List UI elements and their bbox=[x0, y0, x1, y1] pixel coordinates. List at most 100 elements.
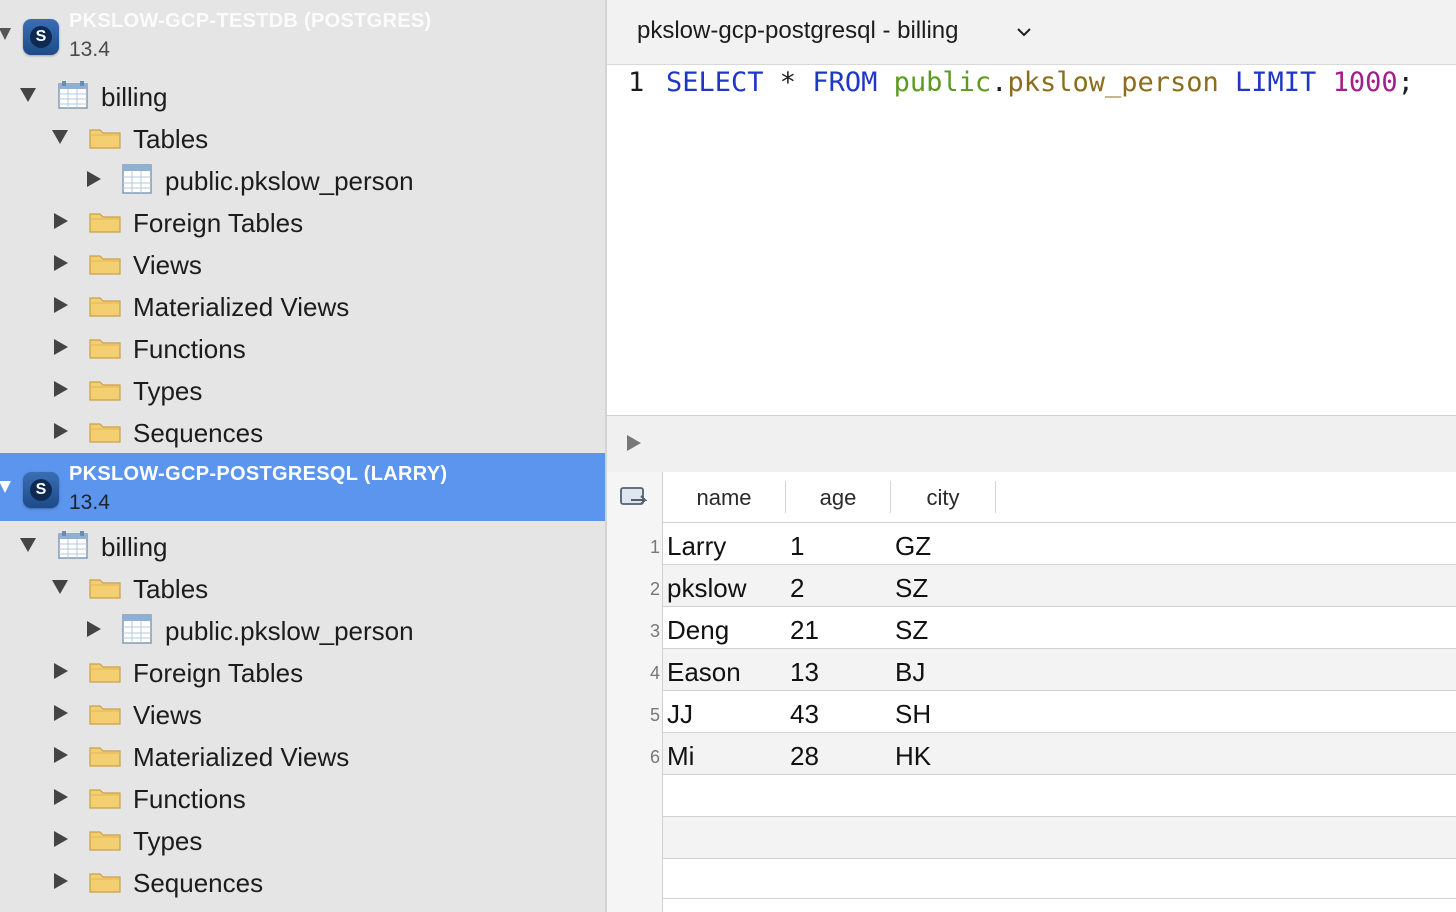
folder-label: Sequences bbox=[133, 868, 264, 898]
folder-item-sequences[interactable]: Sequences bbox=[0, 860, 605, 902]
folder-item-tables[interactable]: Tables bbox=[0, 116, 605, 158]
database-label: billing bbox=[101, 532, 168, 562]
sql-code-line[interactable]: SELECT * FROM public.pkslow_person LIMIT… bbox=[666, 67, 1414, 98]
disclosure-closed-icon[interactable] bbox=[54, 873, 68, 889]
sql-editor[interactable]: 1 SELECT * FROM public.pkslow_person LIM… bbox=[607, 65, 1456, 415]
table-row[interactable]: Larry 1 GZ bbox=[663, 523, 1456, 565]
table-item-pkslow-person[interactable]: public.pkslow_person bbox=[0, 608, 605, 650]
disclosure-closed-icon[interactable] bbox=[54, 423, 68, 439]
connection-item-larry[interactable]: S PKSLOW-GCP-POSTGRESQL (LARRY) 13.4 bbox=[0, 453, 605, 521]
folder-item-types[interactable]: Types bbox=[0, 368, 605, 410]
folder-item-functions[interactable]: Functions bbox=[0, 776, 605, 818]
cell-name[interactable]: JJ bbox=[667, 699, 693, 730]
disclosure-closed-icon[interactable] bbox=[54, 381, 68, 397]
cell-city[interactable]: HK bbox=[895, 741, 931, 772]
cell-age[interactable]: 13 bbox=[790, 657, 819, 688]
cell-name[interactable]: Mi bbox=[667, 741, 694, 772]
cell-name[interactable]: Larry bbox=[667, 531, 726, 562]
refresh-icon[interactable] bbox=[619, 485, 651, 511]
folder-icon bbox=[89, 297, 121, 317]
folder-item-foreign-tables[interactable]: Foreign Tables bbox=[0, 200, 605, 242]
query-tab-title[interactable]: pkslow-gcp-postgresql - billing bbox=[637, 17, 958, 45]
disclosure-open-icon[interactable] bbox=[0, 481, 11, 493]
disclosure-open-icon[interactable] bbox=[0, 28, 11, 40]
folder-item-materialized-views[interactable]: Materialized Views bbox=[0, 284, 605, 326]
folder-item-materialized-views[interactable]: Materialized Views bbox=[0, 734, 605, 776]
column-header-city[interactable]: city bbox=[891, 485, 995, 511]
folder-icon bbox=[89, 747, 121, 767]
line-number: 1 bbox=[628, 67, 645, 98]
folder-item-types[interactable]: Types bbox=[0, 818, 605, 860]
column-header-age[interactable]: age bbox=[786, 485, 890, 511]
column-separator[interactable] bbox=[995, 481, 996, 513]
folder-item-sequences[interactable]: Sequences bbox=[0, 410, 605, 452]
table-row[interactable]: pkslow 2 SZ bbox=[663, 565, 1456, 607]
folder-icon bbox=[89, 873, 121, 893]
table-icon bbox=[122, 614, 152, 644]
disclosure-closed-icon[interactable] bbox=[54, 255, 68, 271]
folder-icon bbox=[89, 663, 121, 683]
play-icon[interactable] bbox=[627, 435, 641, 451]
disclosure-closed-icon[interactable] bbox=[87, 171, 101, 187]
disclosure-closed-icon[interactable] bbox=[54, 339, 68, 355]
postgres-elephant-icon: S bbox=[23, 19, 59, 55]
folder-item-functions[interactable]: Functions bbox=[0, 326, 605, 368]
folder-icon bbox=[89, 579, 121, 599]
disclosure-closed-icon[interactable] bbox=[54, 663, 68, 679]
row-number: 1 bbox=[649, 537, 660, 557]
disclosure-closed-icon[interactable] bbox=[54, 831, 68, 847]
folder-label: Tables bbox=[133, 574, 209, 604]
disclosure-open-icon[interactable] bbox=[20, 88, 36, 102]
cell-age[interactable]: 1 bbox=[790, 531, 804, 562]
disclosure-closed-icon[interactable] bbox=[87, 621, 101, 637]
postgres-elephant-icon: S bbox=[23, 472, 59, 508]
folder-icon bbox=[89, 339, 121, 359]
database-item-billing[interactable]: billing bbox=[0, 74, 605, 116]
empty-row bbox=[663, 817, 1456, 859]
cell-name[interactable]: pkslow bbox=[667, 573, 746, 604]
row-number: 6 bbox=[649, 747, 660, 767]
table-row[interactable]: Deng 21 SZ bbox=[663, 607, 1456, 649]
disclosure-closed-icon[interactable] bbox=[54, 705, 68, 721]
folder-item-tables[interactable]: Tables bbox=[0, 566, 605, 608]
folder-icon bbox=[89, 255, 121, 275]
folder-label: Tables bbox=[133, 124, 209, 154]
cell-age[interactable]: 2 bbox=[790, 573, 804, 604]
cell-age[interactable]: 28 bbox=[790, 741, 819, 772]
disclosure-closed-icon[interactable] bbox=[54, 789, 68, 805]
connection-title: PKSLOW-GCP-TESTDB (POSTGRES) bbox=[69, 10, 432, 32]
cell-name[interactable]: Eason bbox=[667, 657, 741, 688]
column-header-row: name age city bbox=[663, 472, 1456, 523]
disclosure-closed-icon[interactable] bbox=[54, 747, 68, 763]
cell-city[interactable]: SZ bbox=[895, 573, 928, 604]
query-tab-bar: pkslow-gcp-postgresql - billing bbox=[607, 0, 1456, 65]
cell-city[interactable]: GZ bbox=[895, 531, 931, 562]
connection-version: 13.4 bbox=[69, 38, 110, 61]
cell-name[interactable]: Deng bbox=[667, 615, 729, 646]
disclosure-closed-icon[interactable] bbox=[54, 213, 68, 229]
table-item-pkslow-person[interactable]: public.pkslow_person bbox=[0, 158, 605, 200]
disclosure-open-icon[interactable] bbox=[20, 538, 36, 552]
disclosure-open-icon[interactable] bbox=[52, 130, 68, 144]
cell-city[interactable]: SZ bbox=[895, 615, 928, 646]
chevron-down-icon[interactable] bbox=[1016, 26, 1032, 38]
folder-label: Materialized Views bbox=[133, 292, 350, 322]
table-row[interactable]: JJ 43 SH bbox=[663, 691, 1456, 733]
disclosure-closed-icon[interactable] bbox=[54, 297, 68, 313]
cell-age[interactable]: 43 bbox=[790, 699, 819, 730]
folder-label: Foreign Tables bbox=[133, 658, 304, 688]
folder-item-views[interactable]: Views bbox=[0, 242, 605, 284]
connection-item-testdb[interactable]: S PKSLOW-GCP-TESTDB (POSTGRES) 13.4 bbox=[0, 0, 605, 68]
cell-age[interactable]: 21 bbox=[790, 615, 819, 646]
folder-icon bbox=[89, 423, 121, 443]
cell-city[interactable]: BJ bbox=[895, 657, 925, 688]
table-row[interactable]: Mi 28 HK bbox=[663, 733, 1456, 775]
disclosure-open-icon[interactable] bbox=[52, 580, 68, 594]
column-header-name[interactable]: name bbox=[663, 485, 785, 511]
folder-item-views[interactable]: Views bbox=[0, 692, 605, 734]
folder-item-foreign-tables[interactable]: Foreign Tables bbox=[0, 650, 605, 692]
table-row[interactable]: Eason 13 BJ bbox=[663, 649, 1456, 691]
cell-city[interactable]: SH bbox=[895, 699, 931, 730]
database-item-billing[interactable]: billing bbox=[0, 524, 605, 566]
table-label: public.pkslow_person bbox=[165, 616, 414, 646]
